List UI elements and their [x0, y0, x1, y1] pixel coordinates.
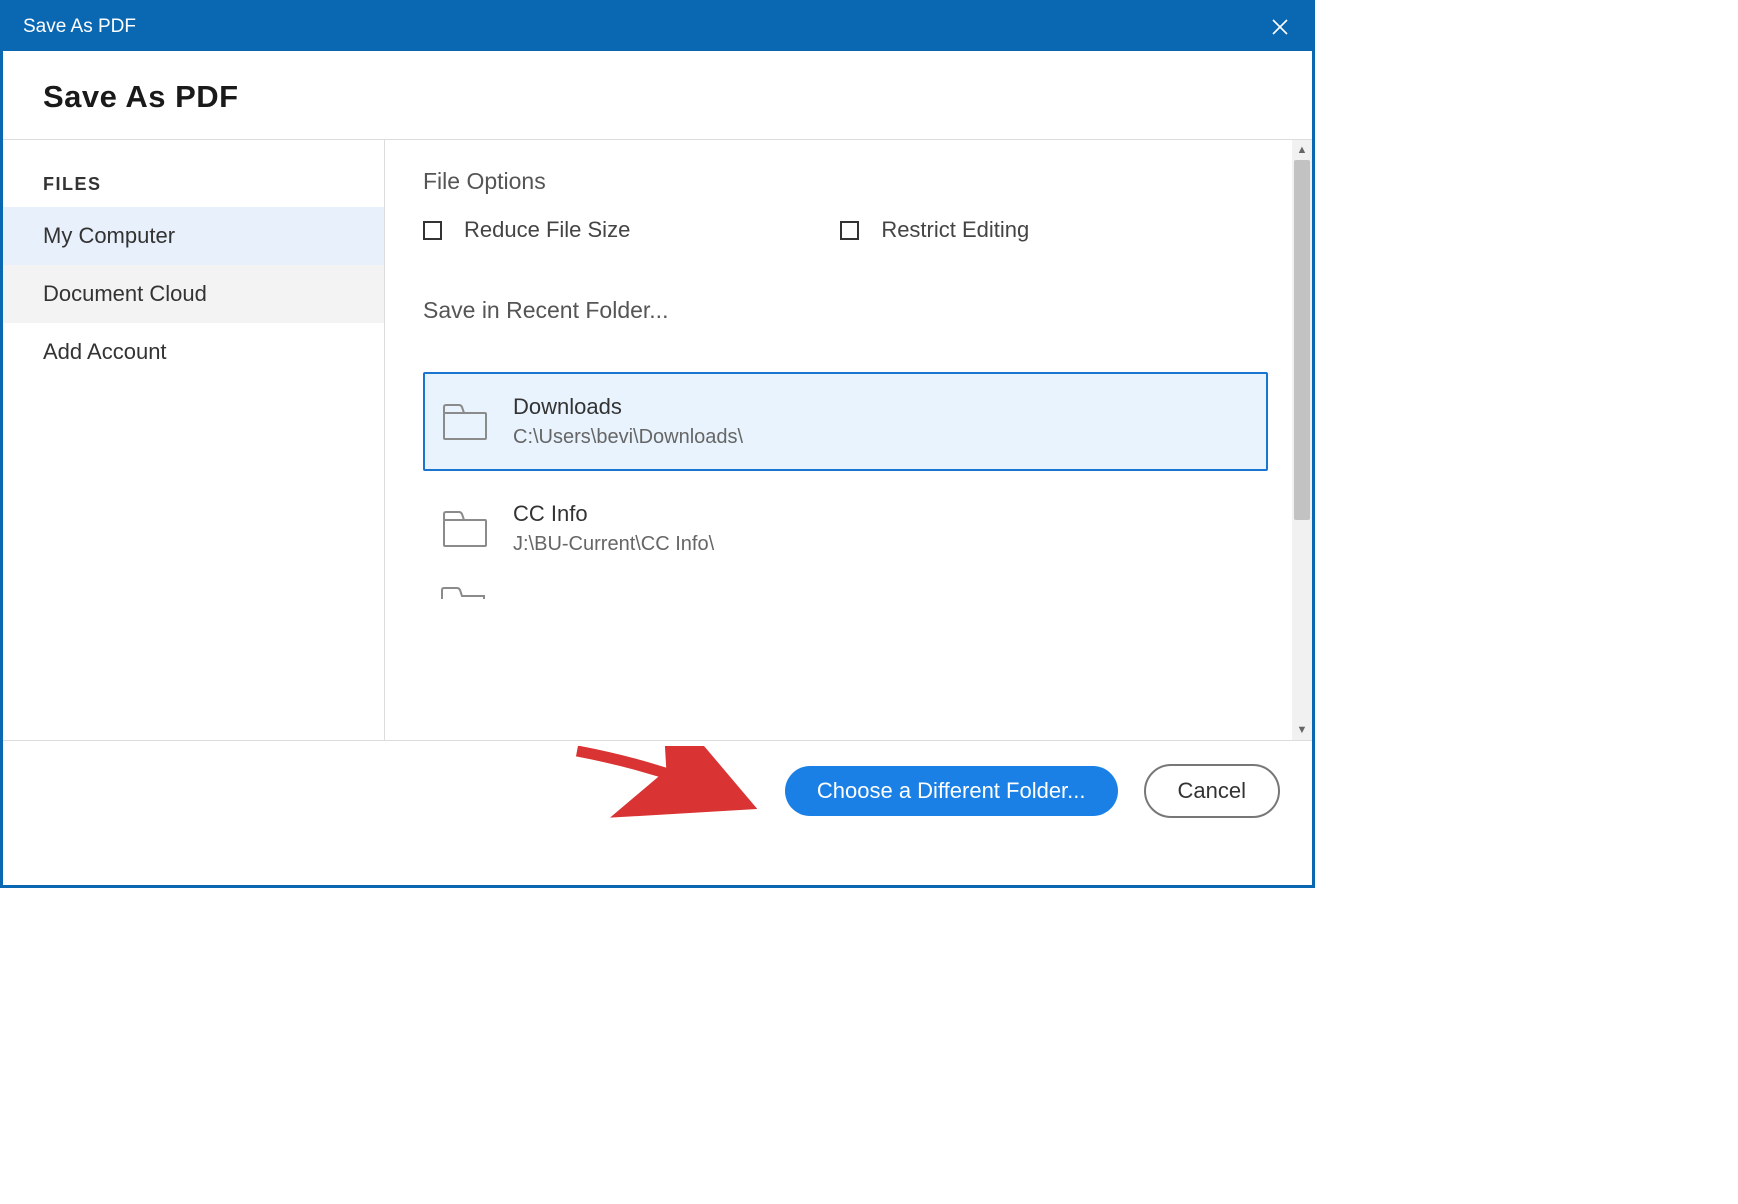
checkbox-label: Restrict Editing — [881, 217, 1029, 243]
main-panel: File Options Reduce File Size Restrict E… — [385, 140, 1312, 614]
checkbox-reduce-file-size[interactable]: Reduce File Size — [423, 217, 630, 243]
folder-icon — [441, 586, 485, 603]
sidebar-header-files: FILES — [3, 162, 384, 207]
checkbox-box-icon — [423, 221, 442, 240]
close-icon[interactable] — [1268, 15, 1292, 39]
window-title: Save As PDF — [23, 16, 136, 38]
recent-folder-downloads[interactable]: Downloads C:\Users\bevi\Downloads\ — [423, 372, 1268, 471]
cancel-button[interactable]: Cancel — [1144, 764, 1280, 818]
sidebar-item-document-cloud[interactable]: Document Cloud — [3, 265, 384, 323]
content-area: FILES My Computer Document Cloud Add Acc… — [3, 140, 1312, 740]
recent-folder-heading: Save in Recent Folder... — [423, 297, 1274, 324]
titlebar: Save As PDF — [3, 3, 1312, 51]
scroll-up-icon[interactable]: ▲ — [1292, 140, 1312, 160]
annotation-arrow-icon — [567, 746, 757, 826]
folder-icon — [443, 404, 487, 440]
folder-icon — [443, 511, 487, 547]
scroll-down-icon[interactable]: ▼ — [1292, 720, 1312, 740]
sidebar-item-add-account[interactable]: Add Account — [3, 323, 384, 381]
folder-name: Downloads — [513, 394, 743, 420]
sidebar: FILES My Computer Document Cloud Add Acc… — [3, 140, 385, 740]
scrollbar-vertical[interactable]: ▲ ▼ — [1292, 140, 1312, 740]
checkbox-label: Reduce File Size — [464, 217, 630, 243]
checkbox-box-icon — [840, 221, 859, 240]
folder-text: Downloads C:\Users\bevi\Downloads\ — [513, 394, 743, 449]
checkbox-restrict-editing[interactable]: Restrict Editing — [840, 217, 1029, 243]
folder-name: CC Info — [513, 501, 714, 527]
folder-path: J:\BU-Current\CC Info\ — [513, 533, 714, 556]
recent-folder-truncated[interactable] — [423, 586, 1274, 604]
heading-area: Save As PDF — [3, 51, 1312, 139]
file-options-heading: File Options — [423, 168, 1274, 195]
sidebar-item-my-computer[interactable]: My Computer — [3, 207, 384, 265]
file-options-row: Reduce File Size Restrict Editing — [423, 217, 1274, 243]
folder-path: C:\Users\bevi\Downloads\ — [513, 426, 743, 449]
recent-folder-cc-info[interactable]: CC Info J:\BU-Current\CC Info\ — [423, 479, 1268, 578]
scroll-thumb[interactable] — [1294, 160, 1310, 520]
footer-actions: Choose a Different Folder... Cancel — [3, 740, 1312, 840]
page-title: Save As PDF — [43, 79, 1272, 115]
choose-different-folder-button[interactable]: Choose a Different Folder... — [785, 766, 1118, 816]
folder-text: CC Info J:\BU-Current\CC Info\ — [513, 501, 714, 556]
scroll-track[interactable] — [1292, 160, 1312, 720]
